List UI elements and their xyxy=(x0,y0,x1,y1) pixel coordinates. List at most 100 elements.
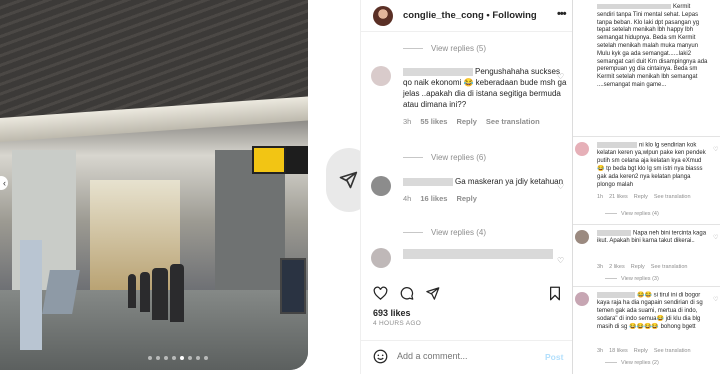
comment-text-block: Pengushahaha suckses qo naik ekonomi 😂 k… xyxy=(403,66,567,127)
reply-button[interactable]: Reply xyxy=(456,117,476,126)
comment-time: 1h xyxy=(597,194,604,200)
like-comment-icon[interactable]: ♡ xyxy=(557,256,564,265)
comment-divider xyxy=(573,224,720,225)
view-replies-link[interactable]: View replies (3) xyxy=(605,276,659,282)
see-translation-button[interactable]: See translation xyxy=(654,194,691,200)
see-translation-button[interactable]: See translation xyxy=(651,264,688,270)
reply-button[interactable]: Reply xyxy=(634,194,648,200)
replies-line xyxy=(403,48,423,50)
add-comment-bar: Post xyxy=(361,340,573,374)
commenter-username-redacted[interactable] xyxy=(597,4,671,9)
carousel-dot xyxy=(164,356,168,360)
carousel-dot xyxy=(204,356,208,360)
post-header: conglie_the_cong • Following ••• xyxy=(361,0,573,32)
comment-likes[interactable]: 55 likes xyxy=(420,117,447,126)
send-icon xyxy=(339,171,358,189)
view-replies-link[interactable]: View replies (4) xyxy=(403,228,486,237)
photo-info-screen xyxy=(280,258,306,314)
comment-likes[interactable]: 16 likes xyxy=(420,194,447,203)
reply-button[interactable]: Reply xyxy=(456,194,476,203)
more-options-icon[interactable]: ••• xyxy=(557,8,567,20)
reply-button[interactable]: Reply xyxy=(631,264,645,270)
commenter-avatar[interactable] xyxy=(575,292,589,306)
post-comment-button[interactable]: Post xyxy=(545,352,563,362)
comment-text: Kermit sendiri tanpa Tini mental sehat. … xyxy=(597,4,708,89)
photo-black-sign xyxy=(286,146,308,174)
action-bar xyxy=(373,286,563,306)
comment-text: 😂😂 si tirul ini di bogor kaya raja ha di… xyxy=(597,292,703,330)
like-comment-icon[interactable]: ♡ xyxy=(713,296,718,303)
commenter-username-redacted[interactable] xyxy=(597,230,631,236)
view-replies-link[interactable]: View replies (5) xyxy=(403,44,486,53)
view-replies-label: View replies (6) xyxy=(431,153,486,162)
see-translation-button[interactable]: See translation xyxy=(486,117,540,126)
view-replies-label: View replies (3) xyxy=(621,276,659,282)
comment-text-block: ni klo lg sendirian kok kelatan keren ya… xyxy=(597,142,709,189)
comment-meta: 4h 16 likes Reply xyxy=(403,193,567,204)
commenter-username-redacted[interactable] xyxy=(597,292,635,298)
comment-meta: 3h 18 likes Reply See translation xyxy=(597,348,697,354)
commenter-avatar[interactable] xyxy=(371,248,391,268)
see-translation-button[interactable]: See translation xyxy=(654,348,691,354)
comment-meta: 1h 21 likes Reply See translation xyxy=(597,194,697,200)
like-comment-icon[interactable]: ♡ xyxy=(557,182,564,191)
view-replies-label: View replies (4) xyxy=(431,228,486,237)
comment-meta: 3h 55 likes Reply See translation xyxy=(403,116,567,127)
photo-person xyxy=(128,274,136,308)
author-username[interactable]: conglie_the_cong xyxy=(403,10,484,21)
view-replies-link[interactable]: View replies (4) xyxy=(605,211,659,217)
photo-person xyxy=(140,272,150,312)
view-replies-label: View replies (4) xyxy=(621,211,659,217)
comment-icon[interactable] xyxy=(399,286,414,301)
comments-column: Kermit sendiri tanpa Tini mental sehat. … xyxy=(572,0,720,374)
commenter-username-redacted[interactable] xyxy=(403,177,453,186)
following-button[interactable]: Following xyxy=(492,10,536,21)
author-avatar[interactable] xyxy=(373,6,393,26)
comment-input[interactable] xyxy=(397,351,537,361)
replies-line xyxy=(403,157,423,159)
like-comment-icon[interactable]: ♡ xyxy=(713,234,718,241)
comment-likes[interactable]: 21 likes xyxy=(609,194,628,200)
comment-text-block: Kermit sendiri tanpa Tini mental sehat. … xyxy=(597,4,709,90)
carousel-dot xyxy=(148,356,152,360)
bookmark-icon[interactable] xyxy=(548,286,562,301)
comment-text-block: Ga maskeran ya jdiy ketahuan 4h 16 likes R… xyxy=(403,176,567,204)
comment-text-block: 😂😂 si tirul ini di bogor kaya raja ha di… xyxy=(597,292,709,332)
comment-text-block xyxy=(403,248,567,259)
replies-line xyxy=(605,362,617,364)
reply-button[interactable]: Reply xyxy=(634,348,648,354)
post-timestamp: 4 HOURS AGO xyxy=(373,320,422,327)
commenter-avatar[interactable] xyxy=(575,230,589,244)
emoji-icon[interactable] xyxy=(373,349,388,364)
comment-divider xyxy=(573,286,720,287)
comment-text: Ga maskeran ya jdiy ketahuan xyxy=(455,177,564,186)
heart-icon[interactable] xyxy=(373,286,388,301)
view-replies-label: View replies (5) xyxy=(431,44,486,53)
view-replies-link[interactable]: View replies (2) xyxy=(605,360,659,366)
comment-time: 3h xyxy=(597,264,604,270)
separator-dot: • xyxy=(486,10,490,21)
photo-kiosk xyxy=(20,240,42,350)
view-replies-label: View replies (2) xyxy=(621,360,659,366)
carousel-dot xyxy=(172,356,176,360)
commenter-username-redacted[interactable] xyxy=(403,67,473,76)
commenter-avatar[interactable] xyxy=(371,176,391,196)
comment-time: 3h xyxy=(597,348,604,354)
post-photo[interactable] xyxy=(0,0,308,370)
photo-person xyxy=(152,268,168,320)
carousel-dot xyxy=(156,356,160,360)
replies-line xyxy=(605,278,617,280)
like-comment-icon[interactable]: ♡ xyxy=(557,72,564,81)
like-comment-icon[interactable]: ♡ xyxy=(713,146,718,153)
comment-likes[interactable]: 18 likes xyxy=(609,348,628,354)
comment-text-block: Napa neh bini tercinta kaga ikut. Apakah… xyxy=(597,230,709,246)
commenter-avatar[interactable] xyxy=(371,66,391,86)
view-replies-link[interactable]: View replies (6) xyxy=(403,153,486,162)
post-panel: conglie_the_cong • Following ••• View re… xyxy=(360,0,573,374)
comment-likes[interactable]: 2 likes xyxy=(609,264,625,270)
post-likes-count[interactable]: 693 likes xyxy=(373,308,411,318)
share-icon[interactable] xyxy=(425,286,440,301)
commenter-username-redacted[interactable] xyxy=(403,248,553,259)
commenter-username-redacted[interactable] xyxy=(597,142,637,148)
commenter-avatar[interactable] xyxy=(575,142,589,156)
